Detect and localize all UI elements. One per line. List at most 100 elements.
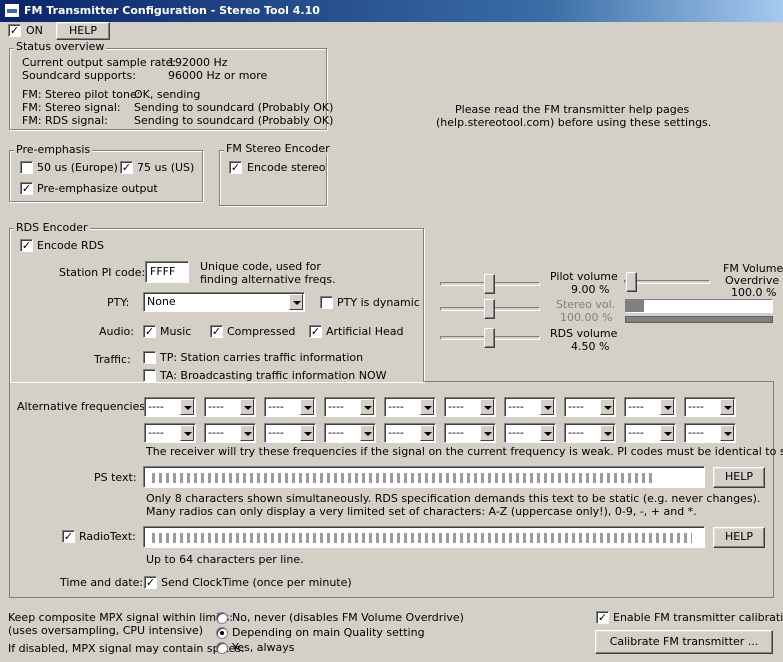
af-label: Alternative frequencies: [17, 400, 149, 413]
af-select[interactable]: ---- [444, 397, 496, 417]
af-select[interactable]: ---- [444, 423, 496, 443]
chevron-down-icon[interactable] [240, 399, 254, 415]
af-select[interactable]: ---- [384, 397, 436, 417]
af-select[interactable]: ---- [624, 423, 676, 443]
af-select-value: ---- [448, 426, 464, 439]
chevron-down-icon[interactable] [289, 294, 303, 310]
chevron-down-icon[interactable] [480, 425, 494, 441]
chevron-down-icon[interactable] [300, 399, 314, 415]
mpx-quality-radio[interactable] [216, 627, 228, 639]
radiotext-help-button[interactable]: HELP [713, 527, 765, 548]
pty-label: PTY: [107, 296, 130, 309]
chevron-down-icon[interactable] [540, 425, 554, 441]
calibrate-button[interactable]: Calibrate FM transmitter ... [595, 630, 773, 654]
chevron-down-icon[interactable] [360, 425, 374, 441]
rds-volume-label: RDS volume [550, 327, 618, 340]
on-checkbox[interactable]: ✓ [8, 24, 21, 37]
preemph-75us-checkbox[interactable]: ✓ [120, 161, 133, 174]
chevron-down-icon[interactable] [720, 399, 734, 415]
ps-text-input[interactable] [143, 466, 705, 488]
calibration-checkbox[interactable]: ✓ [596, 611, 609, 624]
audio-music-checkbox[interactable]: ✓ [143, 325, 156, 338]
preemph-50us-checkbox[interactable] [20, 161, 33, 174]
preemph-50us-label: 50 us (Europe) [37, 161, 118, 174]
chevron-down-icon[interactable] [600, 425, 614, 441]
af-select[interactable]: ---- [324, 397, 376, 417]
clocktime-checkbox[interactable]: ✓ [144, 576, 157, 589]
chevron-down-icon[interactable] [660, 399, 674, 415]
af-select[interactable]: ---- [384, 423, 436, 443]
audio-compressed-checkbox[interactable]: ✓ [210, 325, 223, 338]
help-button-top[interactable]: HELP [56, 22, 110, 40]
audio-head-checkbox[interactable]: ✓ [309, 325, 322, 338]
af-select-value: ---- [268, 426, 284, 439]
radiotext-checkbox[interactable]: ✓ [62, 530, 75, 543]
af-select[interactable]: ---- [144, 423, 196, 443]
radiotext-obscured-text [152, 533, 692, 543]
notice-line-2: (help.stereotool.com) before using these… [436, 116, 712, 129]
status-label-rds: FM: RDS signal: [22, 114, 108, 127]
encode-stereo-checkbox[interactable]: ✓ [229, 161, 242, 174]
af-select[interactable]: ---- [564, 423, 616, 443]
pilot-volume-thumb[interactable] [484, 274, 495, 294]
rds-group-edge-right [773, 381, 774, 597]
chevron-down-icon[interactable] [480, 399, 494, 415]
tp-checkbox[interactable] [143, 351, 156, 364]
status-label-stereo: FM: Stereo signal: [22, 101, 121, 114]
af-select[interactable]: ---- [204, 397, 256, 417]
pi-code-input[interactable]: FFFF [145, 261, 189, 283]
af-select[interactable]: ---- [204, 423, 256, 443]
af-select[interactable]: ---- [264, 423, 316, 443]
traffic-label: Traffic: [94, 353, 131, 366]
mpx-always-radio[interactable] [216, 642, 228, 654]
rds-volume-slider[interactable] [440, 328, 540, 348]
pilot-volume-slider[interactable] [440, 274, 540, 294]
chevron-down-icon[interactable] [420, 399, 434, 415]
status-label-samplerate: Current output sample rate: [22, 56, 177, 69]
af-select-value: ---- [388, 400, 404, 413]
af-select[interactable]: ---- [564, 397, 616, 417]
chevron-down-icon[interactable] [300, 425, 314, 441]
stereo-volume-slider [440, 299, 540, 319]
overdrive-slider[interactable] [624, 272, 710, 292]
clocktime-label: Send ClockTime (once per minute) [161, 576, 352, 589]
status-value-samplerate: 192000 Hz [168, 56, 228, 69]
rds-volume-thumb[interactable] [484, 328, 495, 348]
chevron-down-icon[interactable] [240, 425, 254, 441]
ta-checkbox[interactable] [143, 369, 156, 382]
af-select-value: ---- [448, 400, 464, 413]
chevron-down-icon[interactable] [420, 425, 434, 441]
mpx-never-radio[interactable] [216, 612, 228, 624]
overdrive-thumb[interactable] [626, 272, 637, 292]
window-title: FM Transmitter Configuration - Stereo To… [24, 4, 320, 17]
chevron-down-icon[interactable] [360, 399, 374, 415]
chevron-down-icon[interactable] [540, 399, 554, 415]
af-select[interactable]: ---- [684, 423, 736, 443]
pty-select[interactable]: None [143, 292, 305, 312]
chevron-down-icon[interactable] [660, 425, 674, 441]
af-select-value: ---- [508, 400, 524, 413]
pty-dynamic-checkbox[interactable] [320, 296, 333, 309]
status-label-pilot: FM: Stereo pilot tone: [22, 88, 141, 101]
af-select[interactable]: ---- [324, 423, 376, 443]
stereo-volume-thumb [484, 299, 495, 319]
mpx-line-1: Keep composite MPX signal within limits: [8, 611, 233, 624]
mpx-line-3: If disabled, MPX signal may contain spik… [8, 642, 245, 655]
af-select[interactable]: ---- [684, 397, 736, 417]
af-select[interactable]: ---- [504, 397, 556, 417]
audio-music-label: Music [160, 325, 192, 338]
chevron-down-icon[interactable] [720, 425, 734, 441]
af-select[interactable]: ---- [504, 423, 556, 443]
ps-help-button[interactable]: HELP [713, 467, 765, 488]
radiotext-input[interactable] [143, 526, 705, 548]
chevron-down-icon[interactable] [180, 425, 194, 441]
af-select[interactable]: ---- [144, 397, 196, 417]
af-select[interactable]: ---- [264, 397, 316, 417]
chevron-down-icon[interactable] [180, 399, 194, 415]
rds-encoder-label: RDS Encoder [14, 221, 90, 234]
encode-rds-checkbox[interactable]: ✓ [20, 239, 33, 252]
af-select-value: ---- [568, 400, 584, 413]
af-select[interactable]: ---- [624, 397, 676, 417]
chevron-down-icon[interactable] [600, 399, 614, 415]
preemph-output-checkbox[interactable]: ✓ [20, 182, 33, 195]
